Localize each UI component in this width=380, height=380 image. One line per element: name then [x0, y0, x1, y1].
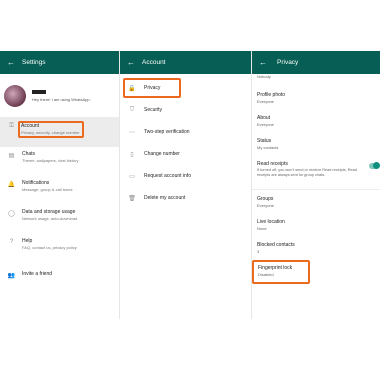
groups-row[interactable]: Groups Everyone: [252, 192, 380, 215]
settings-list: ⚿ Account Privacy, security, change number…: [0, 118, 119, 296]
read-receipts-description: If turned off, you won't send or receive…: [257, 168, 357, 177]
about-row[interactable]: About Everyone: [252, 111, 380, 134]
people-icon: 👥: [7, 273, 16, 279]
settings-item-subtitle: FAQ, contact us, privacy policy: [22, 245, 77, 250]
live-location-value: None: [257, 226, 267, 231]
profile-photo-row[interactable]: Profile photo Everyone: [252, 88, 380, 111]
settings-item-data-and-storage-usage[interactable]: ◯ Data and storage usage Network usage, au…: [0, 205, 119, 234]
settings-item-title: Data and storage usage: [22, 209, 76, 215]
privacy-title: Privacy: [277, 59, 299, 66]
about-label: About: [257, 115, 271, 121]
status-row[interactable]: Status My contacts: [252, 134, 380, 157]
settings-item-subtitle: Network usage, auto-download: [22, 216, 78, 221]
data-usage-icon: ◯: [8, 211, 15, 217]
last-seen-row[interactable]: Nobody: [252, 74, 380, 88]
account-item-label: Two-step verification: [144, 129, 190, 135]
settings-item-account[interactable]: ⚿ Account Privacy, security, change number: [0, 118, 119, 147]
settings-item-title: Account: [21, 123, 40, 129]
read-receipts-toggle[interactable]: [369, 162, 380, 169]
account-item-security[interactable]: ⛉ Security: [120, 99, 251, 121]
groups-value: Everyone: [257, 203, 274, 208]
read-receipts-row[interactable]: Read receipts If turned off, you won't s…: [252, 157, 380, 187]
trash-icon: 🗑: [128, 195, 136, 202]
account-item-label: Privacy: [144, 85, 161, 91]
avatar[interactable]: [4, 84, 26, 107]
settings-app-bar: ← Settings: [0, 51, 119, 74]
profile-status: Hey there! I am using WhatsApp.: [32, 96, 91, 102]
account-item-delete-my-account[interactable]: 🗑 Delete my account: [120, 187, 251, 209]
status-value: My contacts: [257, 145, 279, 150]
account-item-label: Delete my account: [144, 195, 186, 201]
live-location-label: Live location: [257, 219, 285, 225]
profile-row[interactable]: Hey there! I am using WhatsApp.: [0, 74, 119, 118]
divider: [252, 189, 380, 190]
fingerprint-lock-row[interactable]: Fingerprint lock Disabled: [252, 260, 310, 284]
settings-item-chats[interactable]: ▤ Chats Theme, wallpapers, chat history: [0, 147, 119, 176]
settings-item-title: Invite a friend: [22, 271, 53, 277]
shield-icon: ⛉: [129, 106, 135, 113]
help-icon: ?: [9, 239, 14, 245]
document-icon: ▭: [129, 173, 135, 180]
account-title: Account: [142, 59, 166, 66]
settings-item-help[interactable]: ? Help FAQ, contact us, privacy policy: [0, 234, 119, 263]
blocked-contacts-value: 3: [257, 249, 260, 254]
account-item-privacy[interactable]: 🔒 Privacy: [120, 77, 251, 99]
account-item-label: Request account info: [144, 173, 191, 179]
phone-swap-icon: ▯: [130, 151, 134, 158]
account-app-bar: ← Account: [120, 51, 251, 74]
lock-icon: 🔒: [128, 85, 136, 92]
read-receipts-label: Read receipts: [257, 161, 288, 167]
account-item-label: Security: [144, 107, 163, 113]
settings-item-title: Chats: [22, 151, 36, 157]
groups-label: Groups: [257, 196, 274, 202]
blocked-contacts-row[interactable]: Blocked contacts 3: [252, 238, 380, 261]
settings-item-title: Notifications: [22, 180, 50, 186]
settings-item-subtitle: Theme, wallpapers, chat history: [22, 158, 79, 163]
settings-item-invite-a-friend[interactable]: 👥 Invite a friend: [0, 267, 119, 296]
back-arrow-icon[interactable]: ←: [252, 58, 274, 67]
back-arrow-icon[interactable]: ←: [0, 58, 22, 67]
account-screen: ← Account 🔒 Privacy ⛉ Security ⋯ Two-step ver…: [119, 51, 251, 319]
chat-icon: ▤: [8, 153, 15, 159]
profile-photo-value: Everyone: [257, 99, 274, 104]
toggle-knob: [373, 162, 380, 169]
about-value: Everyone: [257, 122, 274, 127]
dots-icon: ⋯: [129, 129, 135, 136]
settings-title: Settings: [22, 59, 46, 66]
bell-icon: 🔔: [7, 182, 16, 188]
account-item-change-number[interactable]: ▯ Change number: [120, 143, 251, 165]
account-item-label: Change number: [144, 151, 180, 157]
fingerprint-lock-value: Disabled: [258, 272, 274, 277]
back-arrow-icon[interactable]: ←: [120, 58, 142, 67]
account-list: 🔒 Privacy ⛉ Security ⋯ Two-step verification ▯…: [120, 77, 251, 209]
profile-name-redacted: [32, 89, 46, 94]
status-label: Status: [257, 138, 272, 144]
profile-photo-label: Profile photo: [257, 92, 286, 98]
key-icon: ⚿: [9, 123, 14, 129]
settings-item-notifications[interactable]: 🔔 Notifications Message, group & call tone…: [0, 176, 119, 205]
last-seen-value: Nobody: [257, 74, 271, 79]
settings-item-title: Help: [22, 238, 33, 244]
blocked-contacts-label: Blocked contacts: [257, 242, 295, 248]
account-item-two-step-verification[interactable]: ⋯ Two-step verification: [120, 121, 251, 143]
fingerprint-lock-label: Fingerprint lock: [258, 265, 293, 271]
live-location-row[interactable]: Live location None: [252, 215, 380, 238]
settings-item-subtitle: Message, group & call tones: [22, 187, 73, 192]
settings-item-subtitle: Privacy, security, change number: [21, 130, 80, 135]
privacy-app-bar: ← Privacy: [252, 51, 380, 74]
privacy-screen: ← Privacy Nobody Profile photo Everyone …: [251, 51, 380, 319]
settings-screen: ← Settings Hey there! I am using WhatsAp…: [0, 51, 119, 319]
account-item-request-account-info[interactable]: ▭ Request account info: [120, 165, 251, 187]
